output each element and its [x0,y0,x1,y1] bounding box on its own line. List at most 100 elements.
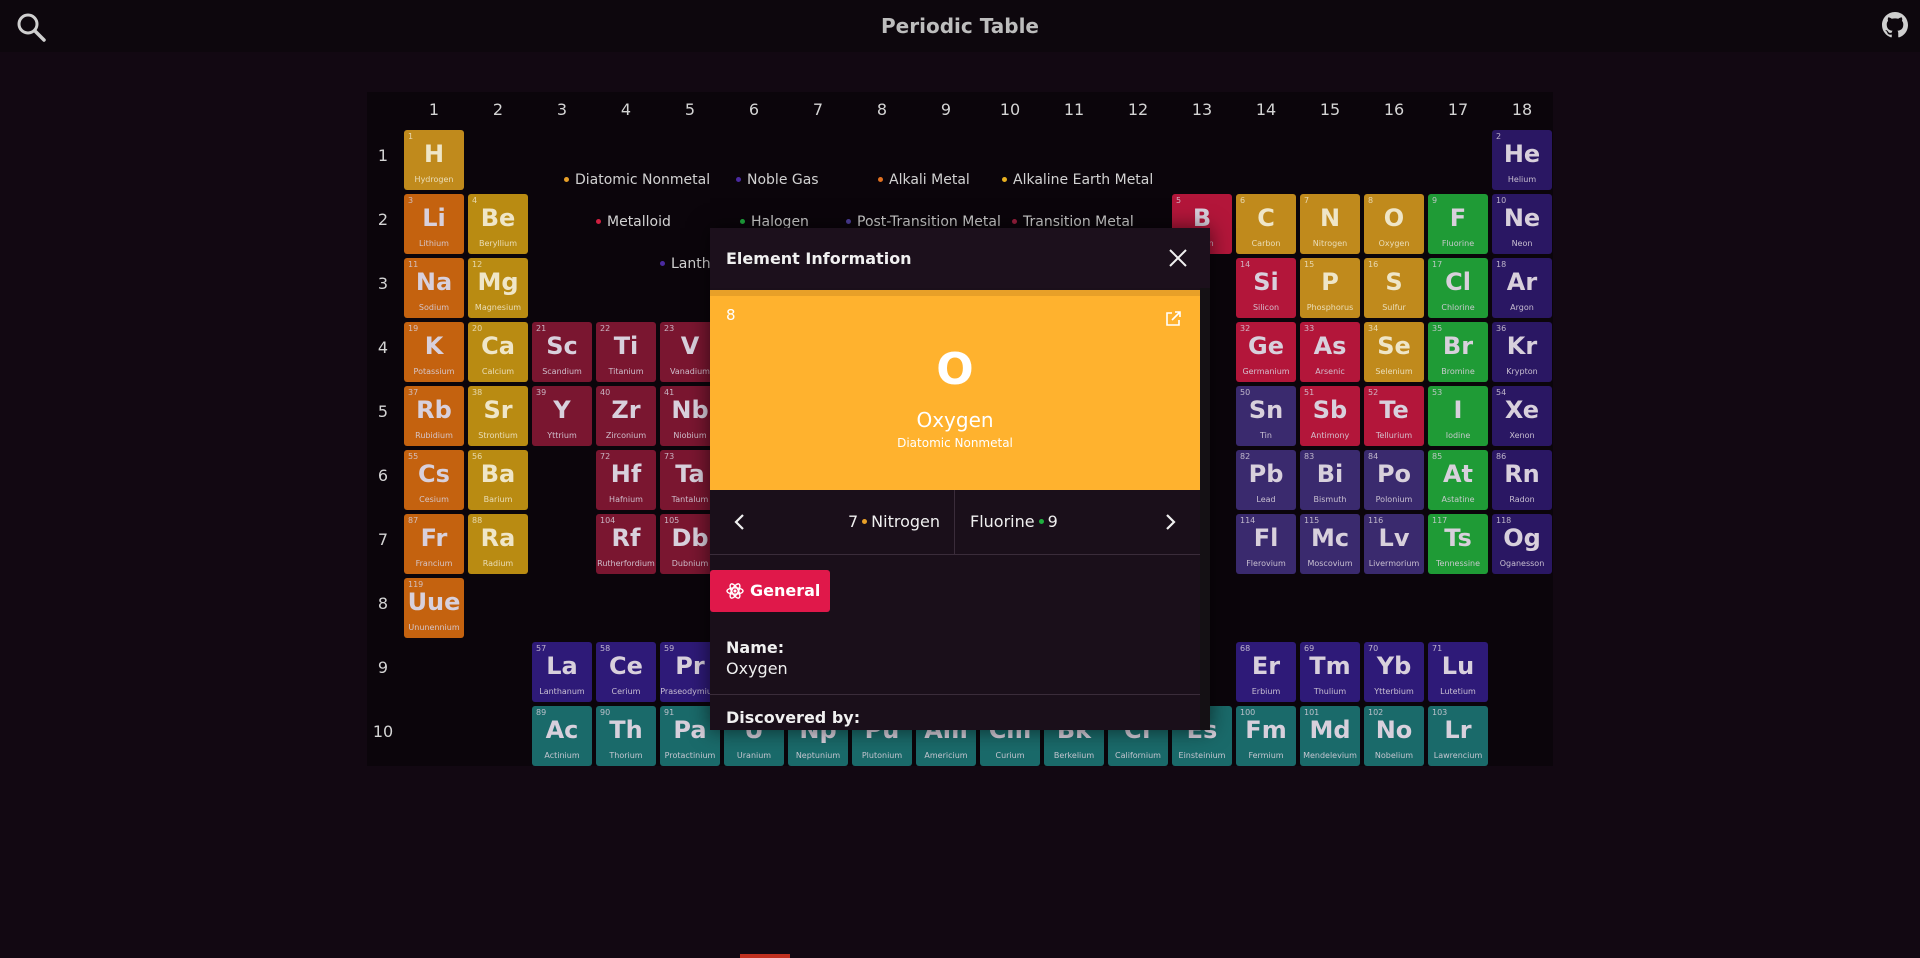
element-cell-titanium[interactable]: 22 Ti Titanium [596,322,656,382]
element-name: Phosphorus [1306,303,1354,312]
element-cell-hydrogen[interactable]: 1 H Hydrogen [404,130,464,190]
tab-general[interactable]: General [710,570,830,612]
element-cell-ununennium[interactable]: 119 Uue Ununennium [404,578,464,638]
element-cell-calcium[interactable]: 20 Ca Calcium [468,322,528,382]
element-cell-fermium[interactable]: 100 Fm Fermium [1236,706,1296,766]
modal-scrollbar[interactable] [1200,288,1210,730]
element-cell-neon[interactable]: 10 Ne Neon [1492,194,1552,254]
element-cell-fluorine[interactable]: 9 F Fluorine [1428,194,1488,254]
element-cell-scandium[interactable]: 21 Sc Scandium [532,322,592,382]
hero-atomic-number: 8 [726,306,736,324]
element-cell-erbium[interactable]: 68 Er Erbium [1236,642,1296,702]
element-cell-nobelium[interactable]: 102 No Nobelium [1364,706,1424,766]
element-name: Sulfur [1382,303,1406,312]
element-cell-oxygen[interactable]: 8 O Oxygen [1364,194,1424,254]
element-cell-lead[interactable]: 82 Pb Lead [1236,450,1296,510]
element-name: Silicon [1252,303,1280,312]
element-symbol: Fm [1245,716,1287,744]
element-cell-hafnium[interactable]: 72 Hf Hafnium [596,450,656,510]
previous-element-button[interactable]: 7 Nitrogen [848,512,940,531]
element-cell-lithium[interactable]: 3 Li Lithium [404,194,464,254]
element-cell-iodine[interactable]: 53 I Iodine [1428,386,1488,446]
element-cell-antimony[interactable]: 51 Sb Antimony [1300,386,1360,446]
element-cell-radium[interactable]: 88 Ra Radium [468,514,528,574]
column-number: 16 [1383,100,1405,119]
element-name: Antimony [1310,431,1350,440]
element-cell-beryllium[interactable]: 4 Be Beryllium [468,194,528,254]
element-cell-bismuth[interactable]: 83 Bi Bismuth [1300,450,1360,510]
element-cell-tellurium[interactable]: 52 Te Tellurium [1364,386,1424,446]
element-cell-carbon[interactable]: 6 C Carbon [1236,194,1296,254]
legend-item[interactable]: Diatomic Nonmetal [564,172,710,188]
element-cell-barium[interactable]: 56 Ba Barium [468,450,528,510]
legend-item[interactable]: Noble Gas [736,172,819,188]
next-number: 9 [1047,512,1058,531]
element-cell-phosphorus[interactable]: 15 P Phosphorus [1300,258,1360,318]
close-icon[interactable] [1168,248,1188,268]
element-cell-thorium[interactable]: 90 Th Thorium [596,706,656,766]
element-symbol: Cs [418,460,450,488]
element-symbol: K [424,332,444,360]
element-cell-flerovium[interactable]: 114 Fl Flerovium [1236,514,1296,574]
element-cell-radon[interactable]: 86 Rn Radon [1492,450,1552,510]
element-cell-livermorium[interactable]: 116 Lv Livermorium [1364,514,1424,574]
element-cell-sodium[interactable]: 11 Na Sodium [404,258,464,318]
legend-dot [740,218,745,224]
element-cell-bromine[interactable]: 35 Br Bromine [1428,322,1488,382]
element-symbol: P [1321,268,1339,296]
element-cell-mendelevium[interactable]: 101 Md Mendelevium [1300,706,1360,766]
legend-item[interactable]: Alkali Metal [878,172,970,188]
element-cell-cesium[interactable]: 55 Cs Cesium [404,450,464,510]
element-cell-thulium[interactable]: 69 Tm Thulium [1300,642,1360,702]
element-cell-germanium[interactable]: 32 Ge Germanium [1236,322,1296,382]
element-cell-silicon[interactable]: 14 Si Silicon [1236,258,1296,318]
chevron-right-icon[interactable] [1160,512,1180,532]
element-cell-actinium[interactable]: 89 Ac Actinium [532,706,592,766]
element-cell-yttrium[interactable]: 39 Y Yttrium [532,386,592,446]
element-cell-lanthanum[interactable]: 57 La Lanthanum [532,642,592,702]
element-cell-nitrogen[interactable]: 7 N Nitrogen [1300,194,1360,254]
element-cell-krypton[interactable]: 36 Kr Krypton [1492,322,1552,382]
element-name: Selenium [1375,367,1413,376]
next-element-button[interactable]: Fluorine 9 [970,512,1058,531]
element-cell-tennessine[interactable]: 117 Ts Tennessine [1428,514,1488,574]
element-cell-ytterbium[interactable]: 70 Yb Ytterbium [1364,642,1424,702]
hero-symbol: O [936,344,974,395]
column-number: 5 [684,100,696,119]
element-cell-francium[interactable]: 87 Fr Francium [404,514,464,574]
element-cell-magnesium[interactable]: 12 Mg Magnesium [468,258,528,318]
element-symbol: Xe [1504,396,1540,424]
element-symbol: Lu [1441,652,1475,680]
element-cell-rubidium[interactable]: 37 Rb Rubidium [404,386,464,446]
element-cell-chlorine[interactable]: 17 Cl Chlorine [1428,258,1488,318]
element-cell-helium[interactable]: 2 He Helium [1492,130,1552,190]
element-symbol: Rf [611,524,641,552]
element-cell-arsenic[interactable]: 33 As Arsenic [1300,322,1360,382]
external-link-icon[interactable] [1164,310,1182,328]
github-icon[interactable] [1882,12,1908,38]
element-cell-zirconium[interactable]: 40 Zr Zirconium [596,386,656,446]
element-cell-sulfur[interactable]: 16 S Sulfur [1364,258,1424,318]
element-symbol: Li [422,204,446,232]
element-cell-lawrencium[interactable]: 103 Lr Lawrencium [1428,706,1488,766]
chevron-left-icon[interactable] [730,512,750,532]
element-cell-xenon[interactable]: 54 Xe Xenon [1492,386,1552,446]
field-name-label: Name: [726,638,785,657]
element-cell-polonium[interactable]: 84 Po Polonium [1364,450,1424,510]
element-name: Strontium [478,431,518,440]
element-cell-rutherfordium[interactable]: 104 Rf Rutherfordium [596,514,656,574]
legend-item[interactable]: Alkaline Earth Metal [1002,172,1153,188]
element-cell-strontium[interactable]: 38 Sr Strontium [468,386,528,446]
element-cell-moscovium[interactable]: 115 Mc Moscovium [1300,514,1360,574]
element-cell-lutetium[interactable]: 71 Lu Lutetium [1428,642,1488,702]
element-cell-cerium[interactable]: 58 Ce Cerium [596,642,656,702]
element-name: Barium [483,495,513,504]
element-cell-argon[interactable]: 18 Ar Argon [1492,258,1552,318]
element-cell-selenium[interactable]: 34 Se Selenium [1364,322,1424,382]
element-cell-astatine[interactable]: 85 At Astatine [1428,450,1488,510]
legend-item[interactable]: Metalloid [596,214,671,230]
element-cell-oganesson[interactable]: 118 Og Oganesson [1492,514,1552,574]
element-cell-potassium[interactable]: 19 K Potassium [404,322,464,382]
element-symbol: F [1449,204,1467,232]
element-cell-tin[interactable]: 50 Sn Tin [1236,386,1296,446]
